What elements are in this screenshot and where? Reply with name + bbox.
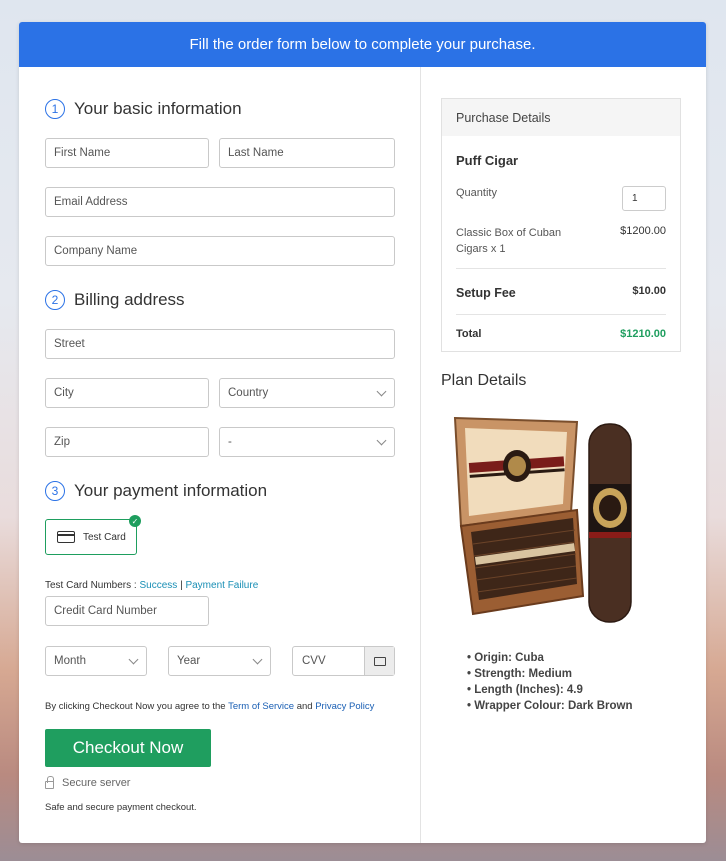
chevron-down-icon [376,435,387,446]
last-name-field[interactable]: Last Name [219,138,395,168]
test-card-numbers: Test Card Numbers : Success | Payment Fa… [45,580,258,591]
bullet-length: Length (Inches): 4.9 [467,682,632,698]
divider [456,268,666,269]
payment-failure-link[interactable]: Payment Failure [185,580,258,591]
quantity-label: Quantity [456,187,497,199]
year-select[interactable]: Year [168,646,271,676]
quantity-input[interactable]: 1 [622,186,666,211]
divider [456,314,666,315]
year-select-value: Year [177,655,201,667]
cvv-placeholder: CVV [302,655,326,667]
plan-bullets: Origin: Cuba Strength: Medium Length (In… [467,650,632,714]
zip-field[interactable]: Zip [45,427,209,457]
total-price: $1210.00 [620,328,666,340]
section-billing: 2 Billing address [45,290,185,310]
total-label: Total [456,328,482,340]
street-field[interactable]: Street [45,329,395,359]
line-item-label-line1: Classic Box of Cuban [456,227,562,239]
cigar-box-image [453,416,632,623]
country-select-value: Country [228,387,269,399]
test-numbers-label: Test Card Numbers : [45,580,137,591]
top-banner: Fill the order form below to complete yo… [19,22,706,67]
agreement-and: and [296,701,313,712]
lock-icon [45,776,54,789]
country-select[interactable]: Country [219,378,395,408]
credit-card-icon [57,531,75,543]
safe-checkout-text: Safe and secure payment checkout. [45,802,197,813]
credit-card-field[interactable]: Credit Card Number [45,596,209,626]
chevron-down-icon [376,386,387,397]
secure-server-row: Secure server [45,776,131,789]
section-basic-info: 1 Your basic information [45,99,242,119]
agreement-text: By clicking Checkout Now you agree to th… [45,701,374,712]
line-item-label-line2: Cigars x 1 [456,243,506,255]
section-title: Your payment information [74,481,268,500]
card-icon [364,647,394,675]
section-payment: 3 Your payment information [45,481,267,501]
purchase-details-box: Purchase Details Puff Cigar Quantity 1 C… [441,98,681,352]
purchase-details-header: Purchase Details [442,99,680,136]
setup-fee-price: $10.00 [632,285,666,297]
terms-link[interactable]: Term of Service [228,701,294,712]
step-3-badge: 3 [45,481,65,501]
state-select[interactable]: - [219,427,395,457]
check-icon: ✓ [129,515,141,527]
secure-server-label: Secure server [62,777,131,789]
line-item-price: $1200.00 [620,225,666,237]
link-separator: | [180,580,183,591]
agreement-prefix: By clicking Checkout Now you agree to th… [45,701,226,712]
setup-fee-label: Setup Fee [456,286,516,300]
order-form-card: Fill the order form below to complete yo… [19,22,706,843]
step-1-badge: 1 [45,99,65,119]
bullet-strength: Strength: Medium [467,666,632,682]
month-select[interactable]: Month [45,646,147,676]
cvv-field[interactable]: CVV [292,646,395,676]
company-field[interactable]: Company Name [45,236,395,266]
bullet-wrapper: Wrapper Colour: Dark Brown [467,698,632,714]
test-card-option[interactable]: Test Card ✓ [45,515,141,555]
test-card-label: Test Card [83,531,126,543]
step-2-badge: 2 [45,290,65,310]
section-title: Your basic information [74,99,242,118]
email-field[interactable]: Email Address [45,187,395,217]
section-title: Billing address [74,290,185,309]
month-select-value: Month [54,655,86,667]
state-select-value: - [228,436,232,448]
line-item-label: Classic Box of Cuban Cigars x 1 [456,225,561,257]
bullet-origin: Origin: Cuba [467,650,632,666]
summary-column: Purchase Details Puff Cigar Quantity 1 C… [421,67,706,843]
product-name: Puff Cigar [456,153,519,168]
privacy-link[interactable]: Privacy Policy [315,701,374,712]
checkout-button[interactable]: Checkout Now [45,729,211,767]
chevron-down-icon [128,654,139,665]
form-column: 1 Your basic information First Name Last… [19,67,421,843]
first-name-field[interactable]: First Name [45,138,209,168]
chevron-down-icon [252,654,263,665]
plan-details-title: Plan Details [441,372,527,389]
city-field[interactable]: City [45,378,209,408]
success-link[interactable]: Success [139,580,177,591]
